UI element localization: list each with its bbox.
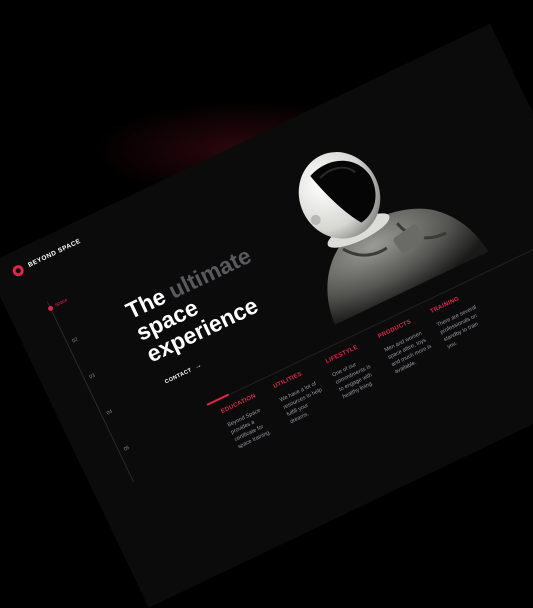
nav-item-04[interactable]: 04 (106, 409, 114, 417)
nav-item-03[interactable]: 03 (89, 373, 97, 381)
feature-text: Beyond Space provides a certificate for … (226, 407, 272, 451)
hero-title: The ultimate space experience (122, 242, 275, 367)
astronaut-image (298, 152, 489, 325)
feature-text: Men and women space attire, toys and muc… (383, 330, 433, 376)
brand-name: BEYOND SPACE (27, 237, 82, 269)
astronaut-logo-icon (10, 263, 26, 279)
features-divider-accent (206, 393, 230, 406)
feature-training: TRAINING There are several professionals… (430, 291, 490, 351)
feature-text: We have a lot of resources to help fulfi… (279, 381, 324, 426)
nav-item-02[interactable]: 02 (71, 337, 79, 345)
feature-products: PRODUCTS Men and women space attire, toy… (377, 316, 437, 376)
contact-link[interactable]: CONTACT → (164, 362, 204, 386)
hero-title-word-ultimate: ultimate (164, 242, 256, 304)
feature-lifestyle: LIFESTYLE One of our commitments is to e… (325, 341, 385, 401)
contact-label: CONTACT (163, 366, 193, 385)
feature-utilities: UTILITIES We have a lot of resources to … (273, 366, 333, 426)
nav-item-space[interactable]: space (54, 297, 69, 308)
nav-active-dot-icon (47, 305, 54, 312)
feature-education: EDUCATION Beyond Space provides a certif… (220, 391, 280, 451)
feature-text: One of our commitments is to engage with… (331, 361, 375, 401)
arrow-right-icon: → (193, 361, 204, 372)
feature-text: There are several professionals on stand… (436, 304, 480, 351)
nav-item-05[interactable]: 05 (123, 445, 131, 453)
